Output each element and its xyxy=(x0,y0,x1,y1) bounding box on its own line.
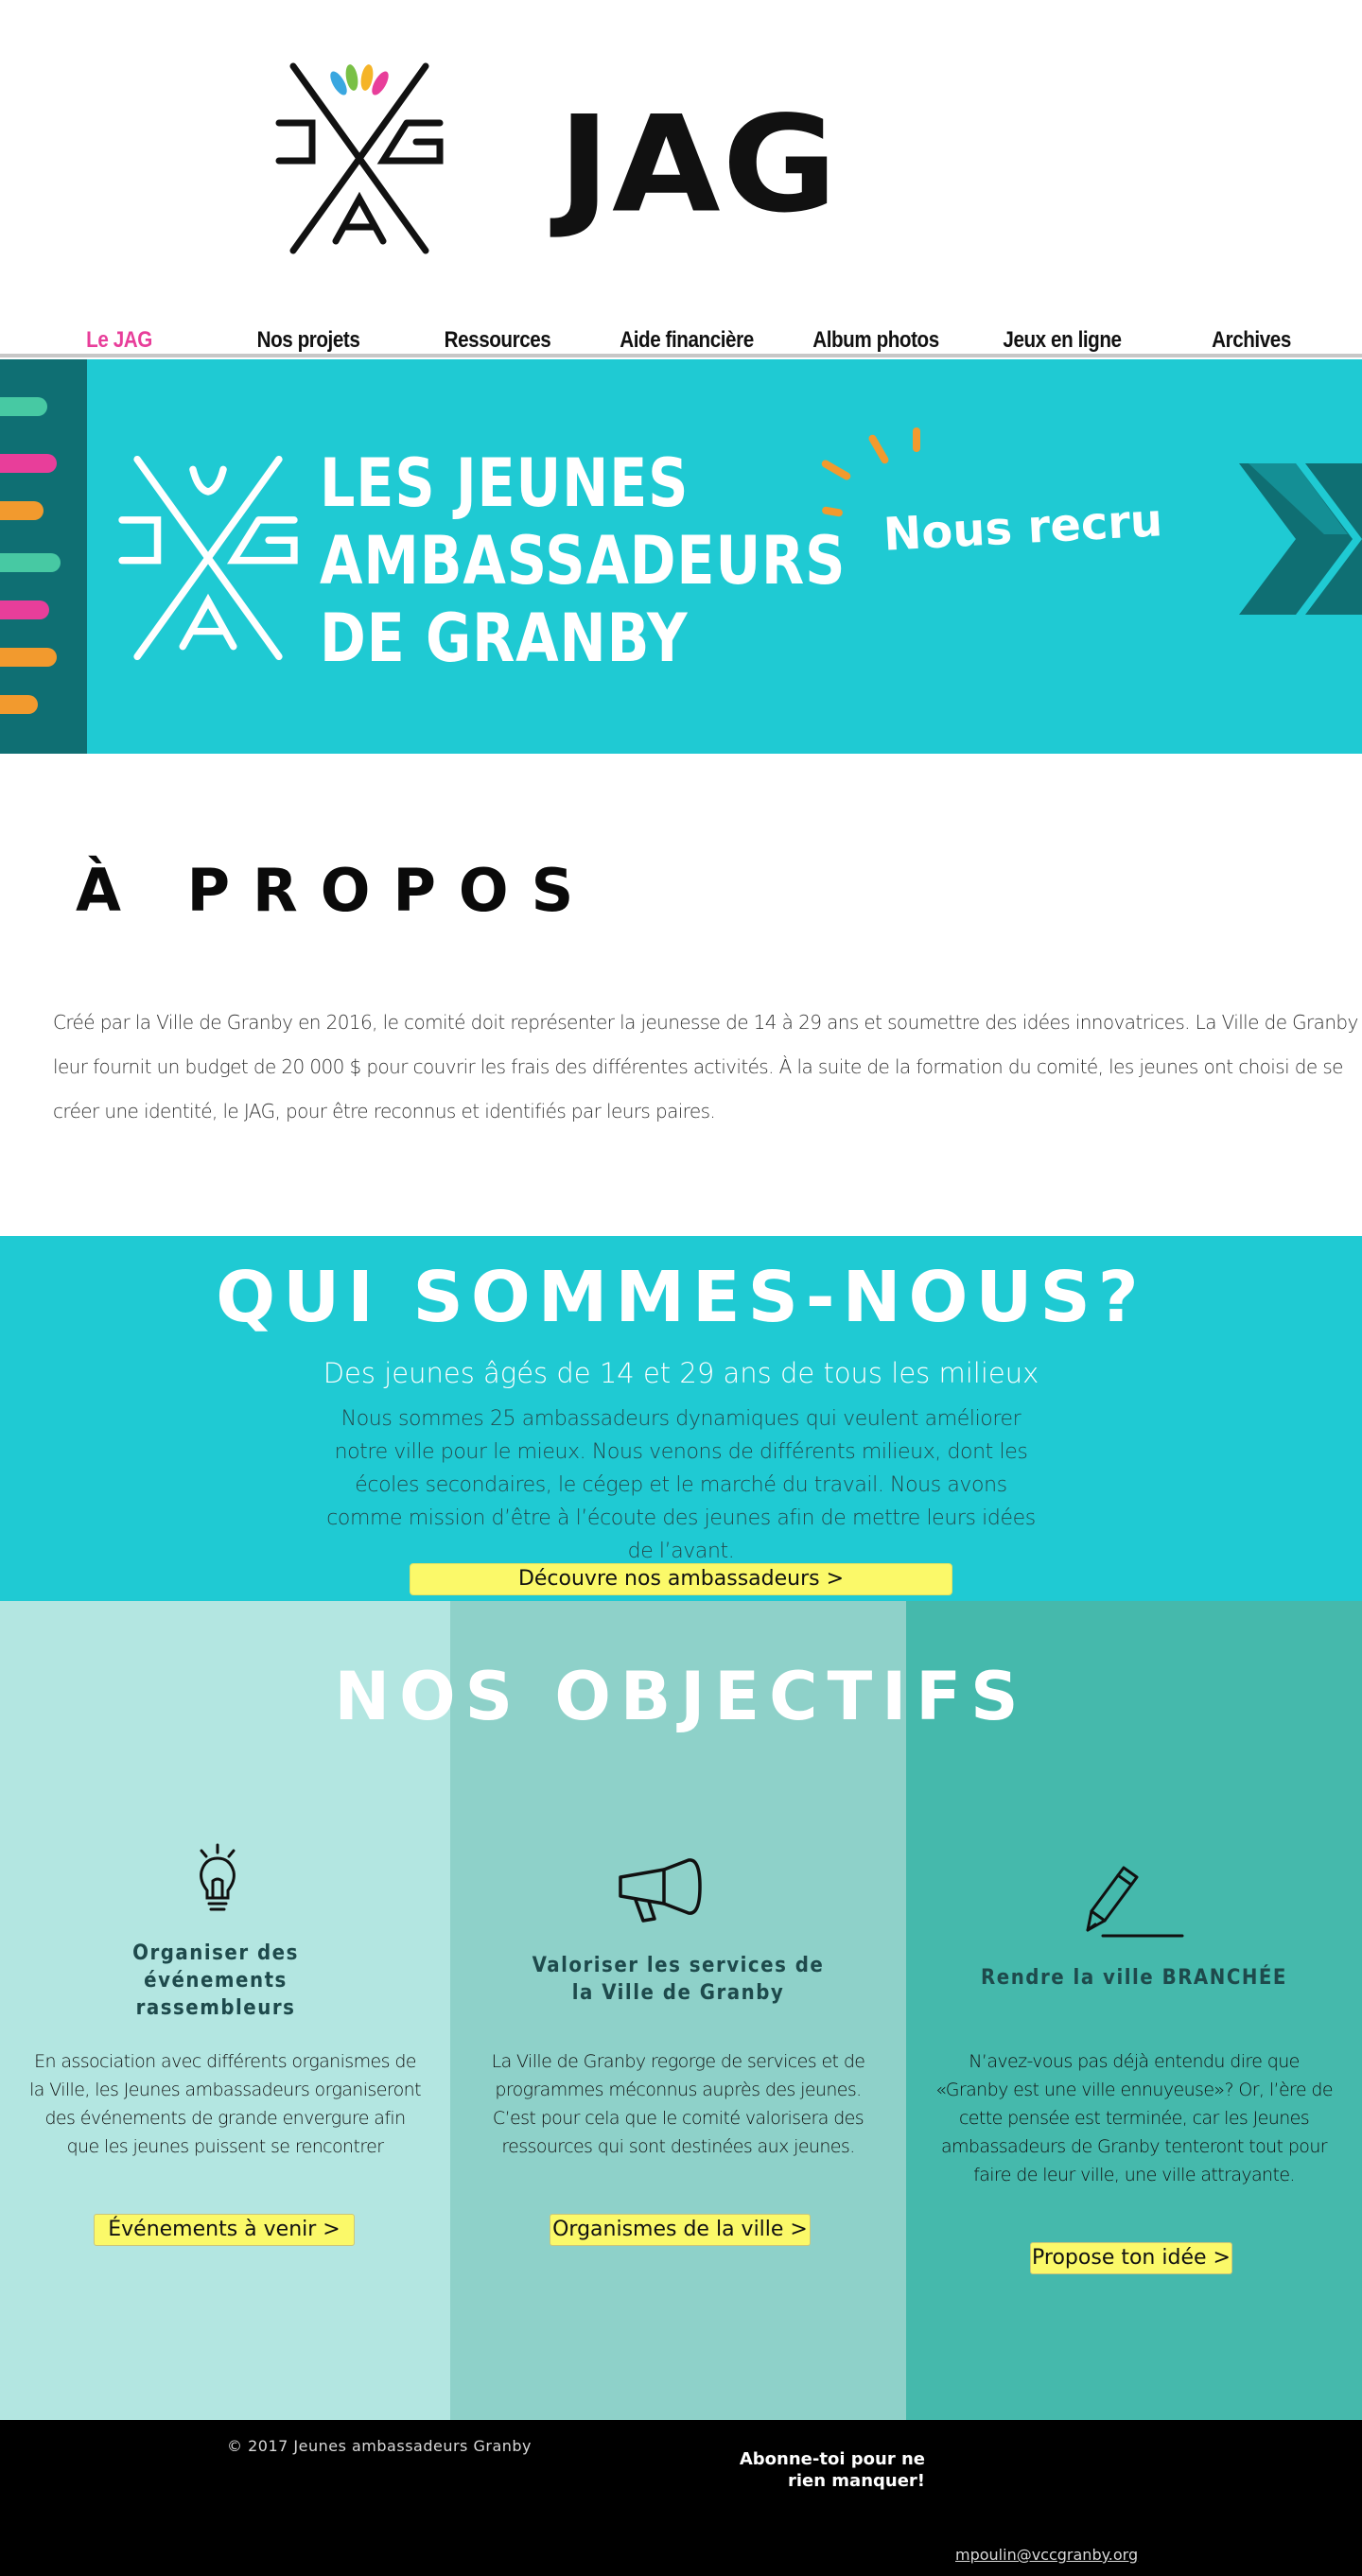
lightbulb-icon xyxy=(200,1843,236,1911)
site-footer: © 2017 Jeunes ambassadeurs Granby Abonne… xyxy=(0,2420,1362,2576)
jag-logo-icon[interactable] xyxy=(274,57,445,260)
hero-banner[interactable]: LES JEUNES AMBASSADEURS DE GRANBY Nous r… xyxy=(0,359,1362,754)
pencil-icon xyxy=(1086,1866,1184,1938)
banner-jag-logo-icon xyxy=(118,455,298,661)
banner-recruit-text: Nous recru xyxy=(882,494,1164,562)
site-header: JAG xyxy=(0,0,1362,322)
qui-text: Nous sommes 25 ambassadeurs dynamiques q… xyxy=(326,1407,1036,1563)
objectifs-title: NOS OBJECTIFS xyxy=(334,1658,1028,1735)
nav-item-archives[interactable]: Archives xyxy=(1170,327,1333,354)
logo-wordmark[interactable]: JAG xyxy=(558,98,839,232)
megaphone-icon xyxy=(619,1858,702,1923)
main-nav: Le JAG Nos projets Ressources Aide finan… xyxy=(0,322,1362,357)
nav-item-jeux-en-ligne[interactable]: Jeux en ligne xyxy=(981,327,1144,354)
evenements-button[interactable]: Événements à venir > xyxy=(94,2214,355,2246)
qui-title: QUI SOMMES-NOUS? xyxy=(216,1257,1146,1338)
apropos-text: Créé par la Ville de Granby en 2016, le … xyxy=(53,1011,1358,1123)
subscribe-line-1: Abonne-toi pour ne xyxy=(739,2449,925,2469)
qui-section: QUI SOMMES-NOUS? Des jeunes âgés de 14 e… xyxy=(0,1236,1362,1601)
burst-mark xyxy=(867,433,890,465)
subscribe-line-2: rien manquer! xyxy=(787,2471,925,2491)
objectifs-section: NOS OBJECTIFS Organiser des événements r… xyxy=(0,1601,1362,2420)
email-link[interactable]: mpoulin@vccgranby.org xyxy=(955,2546,1138,2564)
subscribe-text: Abonne-toi pour ne rien manquer! xyxy=(690,2448,925,2492)
apropos-title: À PROPOS xyxy=(76,856,597,925)
ambassadeurs-button[interactable]: Découvre nos ambassadeurs > xyxy=(410,1563,952,1595)
objectif-text-1: En association avec différents organisme… xyxy=(29,2051,421,2157)
nav-item-nos-projets[interactable]: Nos projets xyxy=(227,327,390,354)
nav-item-album-photos[interactable]: Album photos xyxy=(794,327,957,354)
objectif-heading-3: Rendre la ville BRANCHÉE xyxy=(981,1966,1287,1990)
nav-item-ressources[interactable]: Ressources xyxy=(416,327,579,354)
banner-side-strip xyxy=(0,359,87,754)
nav-item-aide-financiere[interactable]: Aide financière xyxy=(605,327,768,354)
banner-title-line3: DE GRANBY xyxy=(320,600,689,677)
nav-item-le-jag[interactable]: Le JAG xyxy=(38,327,201,354)
qui-subtitle: Des jeunes âgés de 14 et 29 ans de tous … xyxy=(323,1357,1039,1389)
objectif-text-3: N’avez-vous pas déjà entendu dire que «G… xyxy=(935,2051,1333,2185)
organismes-button[interactable]: Organismes de la ville > xyxy=(550,2214,811,2246)
chevron-right-icon xyxy=(1239,463,1362,615)
banner-title-line1: LES JEUNES xyxy=(320,444,690,522)
objectif-heading-2: Valoriser les services de la Ville de Gr… xyxy=(532,1954,825,2005)
objectif-heading-1: Organiser des événements rassembleurs xyxy=(132,1941,299,2020)
banner-title-line2: AMBASSADEURS xyxy=(320,522,847,600)
propose-idee-button[interactable]: Propose ton idée > xyxy=(1030,2242,1232,2274)
banner-title: LES JEUNES AMBASSADEURS DE GRANBY xyxy=(320,444,846,677)
burst-mark xyxy=(913,427,920,452)
copyright-text: © 2017 Jeunes ambassadeurs Granby xyxy=(227,2437,533,2455)
objectif-text-2: La Ville de Granby regorge de services e… xyxy=(491,2051,865,2157)
